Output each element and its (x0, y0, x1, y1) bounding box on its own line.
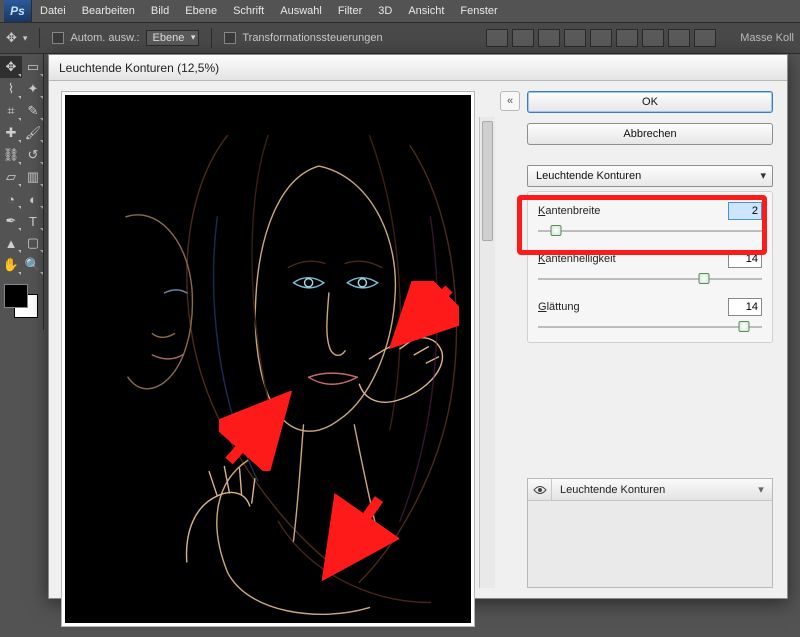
align-icons (486, 29, 722, 47)
tool-move[interactable]: ✥ (0, 56, 22, 78)
tool-lasso[interactable]: ⌇ (0, 78, 22, 100)
tool-eyedropper[interactable]: ✎ (22, 100, 44, 122)
ok-button[interactable]: OK (527, 91, 773, 113)
align-icon[interactable] (564, 29, 586, 47)
preview-scrollbar[interactable] (479, 117, 495, 588)
tool-gradient[interactable]: ▥ (22, 166, 44, 188)
tool-quick-select[interactable]: ✦ (22, 78, 44, 100)
filter-select-dropdown[interactable]: Leuchtende Konturen (527, 165, 773, 187)
transform-controls-checkbox[interactable] (224, 32, 236, 44)
menu-select[interactable]: Auswahl (272, 0, 330, 22)
smoothness-slider[interactable] (538, 320, 762, 334)
effects-stack-panel: Leuchtende Konturen ▾ (527, 478, 773, 588)
tool-history-brush[interactable]: ↺ (22, 144, 44, 166)
tool-path-select[interactable]: ▲ (0, 232, 22, 254)
foreground-color-swatch[interactable] (4, 284, 28, 308)
menu-filter[interactable]: Filter (330, 0, 370, 22)
edge-width-input[interactable] (728, 202, 762, 220)
param-edge-width: Kantenbreite (538, 202, 762, 238)
tool-eraser[interactable]: ▱ (0, 166, 22, 188)
collapse-toggle-icon[interactable]: « (500, 91, 520, 111)
right-palette-label: Masse Koll (740, 32, 794, 44)
param-smoothness: Glättung (538, 298, 762, 334)
param-edge-brightness: Kantenhelligkeit (538, 250, 762, 286)
tool-shape[interactable]: ▢ (22, 232, 44, 254)
app-logo: Ps (4, 0, 32, 22)
tool-blur[interactable]: ◔ (0, 188, 22, 210)
menu-file[interactable]: Datei (32, 0, 74, 22)
menu-type[interactable]: Schrift (225, 0, 272, 22)
align-icon[interactable] (486, 29, 508, 47)
options-bar: ✥ ▾ Autom. ausw.: Ebene Transformationss… (0, 22, 800, 54)
align-icon[interactable] (616, 29, 638, 47)
align-icon[interactable] (642, 29, 664, 47)
edge-brightness-slider[interactable] (538, 272, 762, 286)
tool-stamp[interactable]: ⛓ (0, 144, 22, 166)
param-label: Glättung (538, 301, 580, 313)
param-label: Kantenhelligkeit (538, 253, 616, 265)
effects-stack-body (528, 501, 772, 587)
menu-view[interactable]: Ansicht (400, 0, 452, 22)
param-label: Kantenbreite (538, 205, 600, 217)
tool-dodge[interactable]: ◐ (22, 188, 44, 210)
align-icon[interactable] (694, 29, 716, 47)
tool-marquee[interactable]: ▭ (22, 56, 44, 78)
menu-bar: Ps Datei Bearbeiten Bild Ebene Schrift A… (0, 0, 800, 22)
tool-hand[interactable]: ✋ (0, 254, 22, 276)
filter-gallery-dialog: Leuchtende Konturen (12,5%) (48, 54, 788, 599)
tool-crop[interactable]: ⌗ (0, 100, 22, 122)
effect-visibility-toggle[interactable] (528, 479, 552, 501)
edge-width-slider[interactable] (538, 224, 762, 238)
tool-heal[interactable]: ✚ (0, 122, 22, 144)
tool-brush[interactable]: 🖌 (22, 122, 44, 144)
menu-3d[interactable]: 3D (370, 0, 400, 22)
filter-params-group: Kantenbreite Kantenhelligkeit (527, 191, 773, 343)
align-icon[interactable] (668, 29, 690, 47)
effect-collapse-icon[interactable]: ▾ (750, 483, 772, 496)
auto-select-target-dropdown[interactable]: Ebene (146, 30, 200, 46)
menu-window[interactable]: Fenster (452, 0, 505, 22)
effect-item-label[interactable]: Leuchtende Konturen (552, 484, 673, 496)
align-icon[interactable] (538, 29, 560, 47)
tool-zoom[interactable]: 🔍 (22, 254, 44, 276)
menu-image[interactable]: Bild (143, 0, 177, 22)
move-tool-icon: ✥ (6, 30, 17, 46)
align-icon[interactable] (590, 29, 612, 47)
auto-select-checkbox[interactable] (52, 32, 64, 44)
filter-preview (61, 91, 475, 627)
dialog-title: Leuchtende Konturen (12,5%) (49, 55, 787, 81)
tool-pen[interactable]: ✒ (0, 210, 22, 232)
smoothness-input[interactable] (728, 298, 762, 316)
color-swatches[interactable] (0, 282, 44, 322)
transform-controls-label: Transformationssteuerungen (242, 32, 382, 44)
menu-layer[interactable]: Ebene (177, 0, 225, 22)
align-icon[interactable] (512, 29, 534, 47)
tools-panel: ✥ ▭ ⌇ ✦ ⌗ ✎ ✚ 🖌 ⛓ ↺ ▱ ▥ ◔ ◐ ✒ T ▲ ▢ ✋ 🔍 (0, 54, 44, 330)
auto-select-label: Autom. ausw.: (70, 32, 139, 44)
cancel-button[interactable]: Abbrechen (527, 123, 773, 145)
tool-type[interactable]: T (22, 210, 44, 232)
menu-edit[interactable]: Bearbeiten (74, 0, 143, 22)
edge-brightness-input[interactable] (728, 250, 762, 268)
